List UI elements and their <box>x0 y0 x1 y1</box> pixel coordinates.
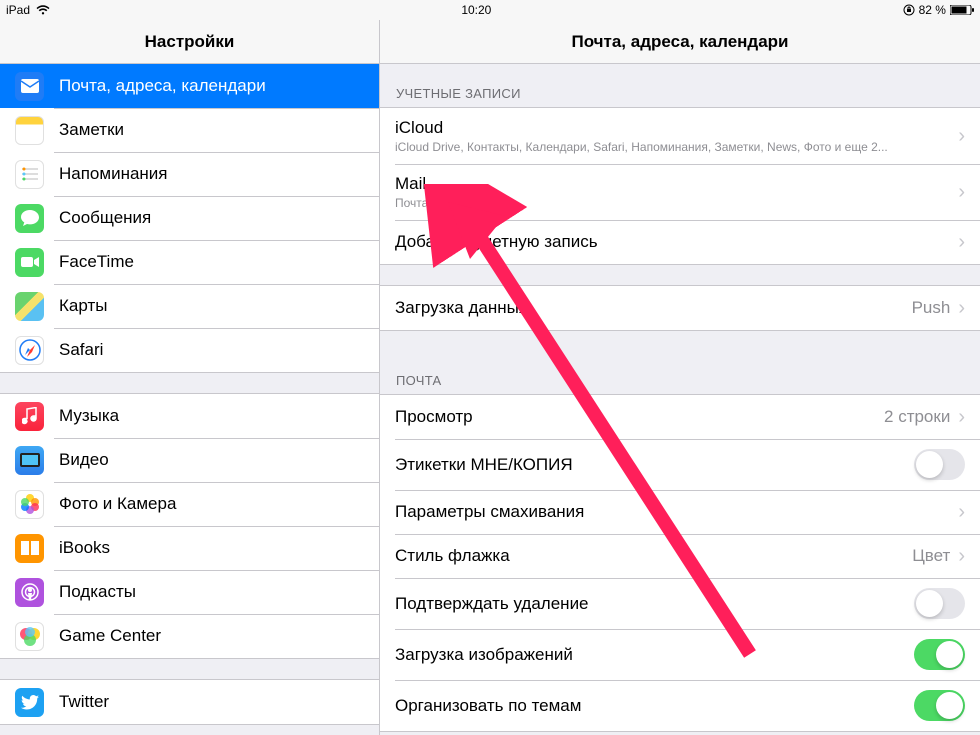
sidebar-item-podcasts[interactable]: Подкасты <box>0 570 379 614</box>
sidebar-item-label: Почта, адреса, календари <box>59 76 266 96</box>
sidebar-item-photos[interactable]: Фото и Камера <box>0 482 379 526</box>
twitter-icon <box>15 688 44 717</box>
sidebar-item-label: Safari <box>59 340 103 360</box>
sidebar-item-safari[interactable]: Safari <box>0 328 379 372</box>
sidebar-item-label: Фото и Камера <box>59 494 176 514</box>
chevron-right-icon: › <box>958 501 965 524</box>
notes-icon <box>15 116 44 145</box>
fetch-label: Загрузка данных <box>395 298 912 318</box>
tome-toggle[interactable] <box>914 449 965 480</box>
flag-style-row[interactable]: Стиль флажка Цвет › <box>380 534 980 578</box>
chevron-right-icon: › <box>958 125 965 148</box>
sidebar-item-label: Twitter <box>59 692 109 712</box>
row-label: Параметры смахивания <box>395 502 958 522</box>
sidebar-item-facetime[interactable]: FaceTime <box>0 240 379 284</box>
messages-icon <box>15 204 44 233</box>
row-value: Цвет <box>912 546 950 566</box>
sidebar-item-label: FaceTime <box>59 252 134 272</box>
add-account-label: Добавить учетную запись <box>395 232 958 252</box>
fetch-value: Push <box>912 298 951 318</box>
clock: 10:20 <box>461 3 491 17</box>
mail-icon <box>15 72 44 101</box>
sidebar-item-label: Сообщения <box>59 208 151 228</box>
gamecenter-icon <box>15 622 44 651</box>
section-header-accounts: УЧЕТНЫЕ ЗАПИСИ <box>380 64 980 107</box>
row-label: Стиль флажка <box>395 546 912 566</box>
tome-labels-row: Этикетки МНЕ/КОПИЯ <box>380 439 980 490</box>
sidebar-item-label: Видео <box>59 450 109 470</box>
reminders-icon <box>15 160 44 189</box>
maps-icon <box>15 292 44 321</box>
settings-sidebar: Настройки Почта, адреса, календари Замет… <box>0 20 380 735</box>
sidebar-item-label: iBooks <box>59 538 110 558</box>
confirm-delete-row: Подтверждать удаление <box>380 578 980 629</box>
sidebar-item-videos[interactable]: Видео <box>0 438 379 482</box>
sidebar-item-label: Музыка <box>59 406 119 426</box>
section-header-mail: ПОЧТА <box>380 351 980 394</box>
sidebar-item-label: Подкасты <box>59 582 136 602</box>
sidebar-item-messages[interactable]: Сообщения <box>0 196 379 240</box>
sidebar-item-label: Заметки <box>59 120 124 140</box>
row-value: 2 строки <box>884 407 950 427</box>
safari-icon <box>15 336 44 365</box>
account-subtitle: iCloud Drive, Контакты, Календари, Safar… <box>395 140 958 154</box>
ibooks-icon <box>15 534 44 563</box>
sidebar-item-music[interactable]: Музыка <box>0 394 379 438</box>
sidebar-item-label: Напоминания <box>59 164 168 184</box>
account-row-mail[interactable]: Mail Почта › <box>380 164 980 220</box>
sidebar-item-notes[interactable]: Заметки <box>0 108 379 152</box>
account-subtitle: Почта <box>395 196 958 210</box>
chevron-right-icon: › <box>958 406 965 429</box>
sidebar-item-ibooks[interactable]: iBooks <box>0 526 379 570</box>
organize-threads-toggle[interactable] <box>914 690 965 721</box>
detail-title: Почта, адреса, календари <box>380 20 980 64</box>
device-label: iPad <box>6 3 30 17</box>
load-images-toggle[interactable] <box>914 639 965 670</box>
videos-icon <box>15 446 44 475</box>
sidebar-item-maps[interactable]: Карты <box>0 284 379 328</box>
sidebar-item-twitter[interactable]: Twitter <box>0 680 379 724</box>
detail-pane: Почта, адреса, календари УЧЕТНЫЕ ЗАПИСИ … <box>380 20 980 735</box>
swipe-options-row[interactable]: Параметры смахивания › <box>380 490 980 534</box>
orientation-lock-icon <box>903 4 915 16</box>
battery-icon <box>950 5 974 15</box>
chevron-right-icon: › <box>958 181 965 204</box>
music-icon <box>15 402 44 431</box>
preview-row[interactable]: Просмотр 2 строки › <box>380 395 980 439</box>
row-label: Просмотр <box>395 407 884 427</box>
status-bar: iPad 10:20 82 % <box>0 0 980 20</box>
facetime-icon <box>15 248 44 277</box>
wifi-icon <box>36 5 50 15</box>
confirm-delete-toggle[interactable] <box>914 588 965 619</box>
account-title: Mail <box>395 174 958 194</box>
sidebar-item-reminders[interactable]: Напоминания <box>0 152 379 196</box>
sidebar-item-gamecenter[interactable]: Game Center <box>0 614 379 658</box>
fetch-data-row[interactable]: Загрузка данных Push › <box>380 286 980 330</box>
chevron-right-icon: › <box>958 297 965 320</box>
sidebar-scroll[interactable]: Почта, адреса, календари Заметки Напомин… <box>0 64 379 735</box>
sidebar-title: Настройки <box>0 20 379 64</box>
chevron-right-icon: › <box>958 545 965 568</box>
account-title: iCloud <box>395 118 958 138</box>
account-row-icloud[interactable]: iCloud iCloud Drive, Контакты, Календари… <box>380 108 980 164</box>
photos-icon <box>15 490 44 519</box>
sidebar-item-label: Карты <box>59 296 107 316</box>
row-label: Этикетки МНЕ/КОПИЯ <box>395 455 914 475</box>
row-label: Организовать по темам <box>395 696 914 716</box>
chevron-right-icon: › <box>958 231 965 254</box>
battery-percent: 82 % <box>919 3 946 17</box>
sidebar-item-mail[interactable]: Почта, адреса, календари <box>0 64 379 108</box>
podcasts-icon <box>15 578 44 607</box>
sidebar-item-label: Game Center <box>59 626 161 646</box>
detail-scroll[interactable]: УЧЕТНЫЕ ЗАПИСИ iCloud iCloud Drive, Конт… <box>380 64 980 735</box>
organize-threads-row: Организовать по темам <box>380 680 980 731</box>
row-label: Загрузка изображений <box>395 645 914 665</box>
row-label: Подтверждать удаление <box>395 594 914 614</box>
load-images-row: Загрузка изображений <box>380 629 980 680</box>
add-account-row[interactable]: Добавить учетную запись › <box>380 220 980 264</box>
